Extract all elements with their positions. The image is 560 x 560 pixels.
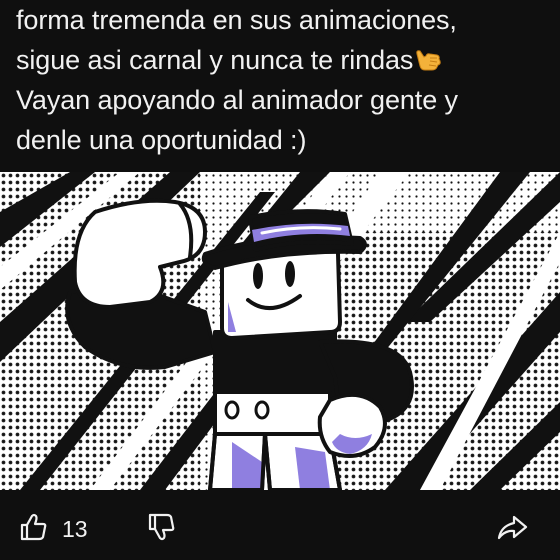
comment-line-3: Vayan apoyando al animador gente y [16, 85, 458, 115]
like-count: 13 [62, 516, 88, 542]
comment-attached-image[interactable] [0, 172, 560, 490]
thumbs-up-icon [18, 512, 48, 547]
comment-line-2: sigue asi carnal y nunca te rindas [16, 45, 414, 75]
share-button[interactable] [496, 514, 528, 547]
comment-line-4: denle una oportunidad :) [16, 125, 307, 155]
comment-line-2-wrap: sigue asi carnal y nunca te rindas [16, 40, 546, 80]
thumbs-down-icon [146, 512, 176, 547]
call-me-hand-emoji [413, 45, 443, 73]
animated-character-illustration [0, 172, 560, 490]
comment-line-1: forma tremenda en sus animaciones, [16, 5, 457, 35]
dislike-button[interactable] [146, 512, 176, 547]
share-icon [496, 514, 528, 547]
comment-actions-bar: 13 [0, 490, 560, 560]
like-button[interactable]: 13 [18, 512, 88, 547]
comment-body: forma tremenda en sus animaciones, sigue… [16, 0, 546, 160]
comment-screen: forma tremenda en sus animaciones, sigue… [0, 0, 560, 560]
